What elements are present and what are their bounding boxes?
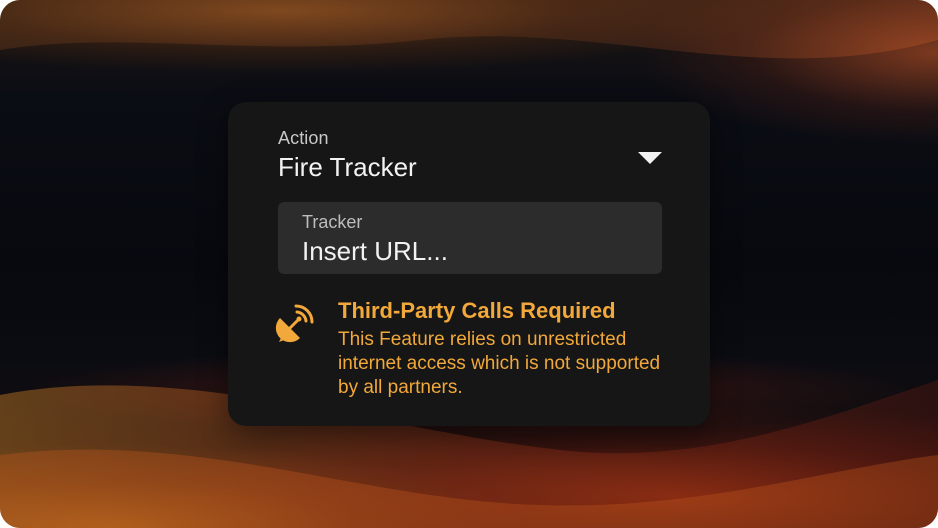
- action-label: Action: [278, 128, 329, 148]
- action-panel: Action Fire Tracker Tracker Insert URL..…: [228, 102, 710, 426]
- action-value: Fire Tracker: [278, 152, 417, 182]
- chevron-down-icon[interactable]: [638, 152, 662, 166]
- action-dropdown[interactable]: Action Fire Tracker: [278, 128, 662, 188]
- satellite-dish-icon: [275, 304, 314, 343]
- warning-message: This Feature relies on unrestricted inte…: [338, 329, 661, 398]
- tracker-url-input[interactable]: Insert URL...: [302, 236, 448, 267]
- tracker-url-field[interactable]: Tracker Insert URL...: [278, 202, 662, 274]
- background: Action Fire Tracker Tracker Insert URL..…: [0, 0, 938, 528]
- warning-title: Third-Party Calls Required: [338, 298, 616, 323]
- tracker-label: Tracker: [302, 212, 363, 232]
